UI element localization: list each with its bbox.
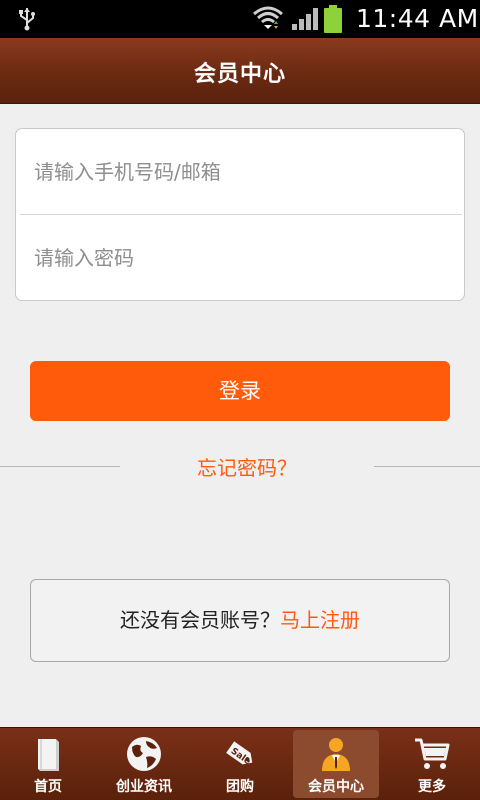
page-title: 会员中心	[193, 62, 286, 87]
nav-label-news: 创业资讯	[116, 779, 172, 795]
header-bar: 会员中心	[0, 38, 480, 104]
phone-email-field-wrapper	[16, 129, 464, 214]
globe-icon	[127, 737, 161, 771]
register-box: 还没有会员账号？马上注册	[30, 579, 450, 662]
forgot-divider-left	[0, 466, 120, 467]
nav-label-more: 更多	[418, 779, 446, 795]
login-form	[15, 128, 465, 301]
battery-icon	[324, 5, 342, 33]
nav-item-member[interactable]: 会员中心	[288, 728, 384, 800]
nav-label-member: 会员中心	[308, 779, 364, 795]
svg-text:Sale: Sale	[229, 746, 253, 767]
nav-item-news[interactable]: 创业资讯	[96, 728, 192, 800]
usb-icon	[19, 8, 35, 31]
register-prompt: 还没有会员账号？	[120, 608, 280, 632]
register-link[interactable]: 马上注册	[280, 608, 360, 632]
nav-item-more[interactable]: 更多	[384, 728, 480, 800]
wifi-icon	[253, 6, 283, 29]
member-icon	[322, 738, 350, 771]
password-field-wrapper	[16, 215, 464, 300]
login-button[interactable]: 登录	[30, 361, 450, 421]
nav-item-home[interactable]: 首页	[0, 728, 96, 800]
password-input[interactable]	[16, 215, 464, 300]
cart-icon	[415, 738, 450, 769]
phone-email-input[interactable]	[16, 129, 464, 214]
nav-item-groupbuy[interactable]: Sale 团购	[192, 728, 288, 800]
nav-label-home: 首页	[34, 779, 62, 795]
forgot-password-link[interactable]: 忘记密码？	[120, 452, 374, 481]
book-icon	[38, 739, 59, 771]
sale-tag-icon: Sale	[226, 741, 253, 767]
status-bar: 11:44 AM	[0, 0, 480, 38]
forgot-divider-right	[374, 466, 480, 467]
nav-label-groupbuy: 团购	[226, 779, 254, 795]
signal-icon	[292, 8, 318, 30]
status-time: 11:44 AM	[356, 4, 479, 33]
bottom-nav: 首页 创业资讯 Sale 团购 会员中心 更多	[0, 727, 480, 800]
